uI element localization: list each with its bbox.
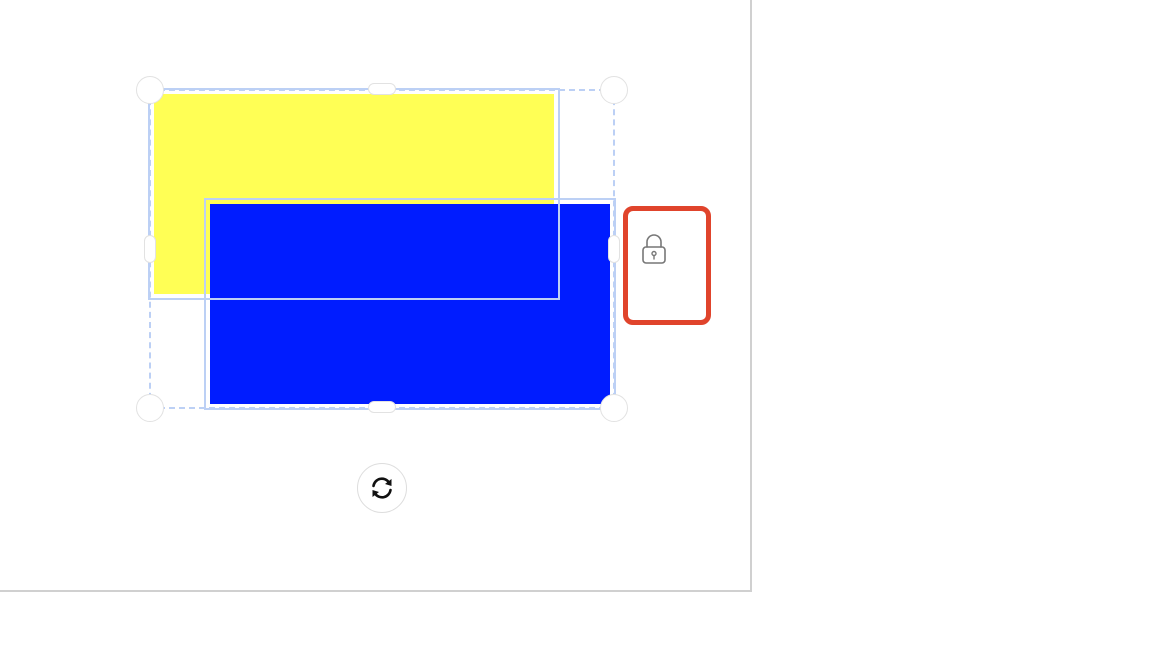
resize-handle-top-left[interactable] [136,76,164,104]
editor-stage [0,0,1176,658]
lock-icon[interactable] [638,232,670,266]
resize-handle-left[interactable] [144,235,156,263]
resize-handle-bottom-right[interactable] [600,394,628,422]
resize-handle-right[interactable] [608,235,620,263]
rotate-button[interactable] [357,463,407,513]
resize-handle-top-right[interactable] [600,76,628,104]
blue-rectangle[interactable] [210,204,610,404]
resize-handle-bottom[interactable] [368,401,396,413]
resize-handle-bottom-left[interactable] [136,394,164,422]
rotate-icon [372,477,392,499]
resize-handle-top[interactable] [368,83,396,95]
